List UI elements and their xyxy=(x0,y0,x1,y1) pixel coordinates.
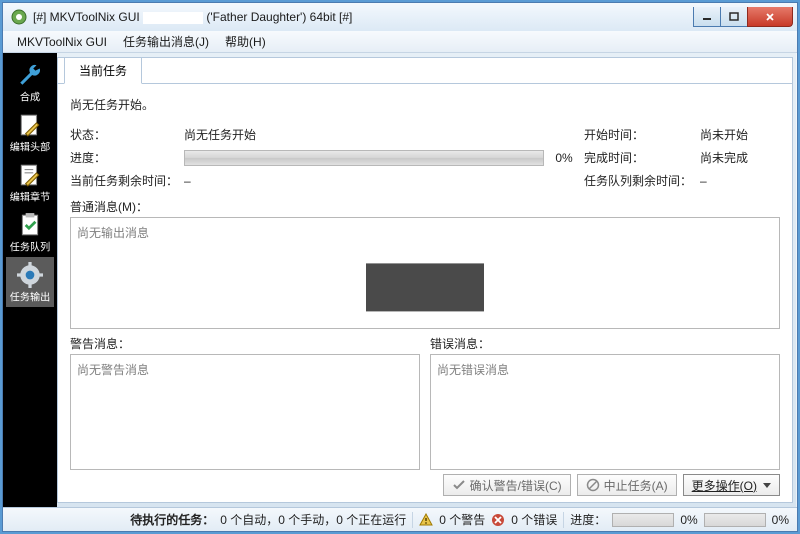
menu-job-output[interactable]: 任务输出消息(J) xyxy=(115,31,217,52)
progress-percent: 0% xyxy=(550,151,578,165)
pencil-doc-icon xyxy=(16,111,44,139)
tab-current-task[interactable]: 当前任务 xyxy=(64,57,142,84)
sidebar-item-headers[interactable]: 编辑头部 xyxy=(6,107,54,157)
queue-remaining-label: 任务队列剩余时间： xyxy=(584,172,694,189)
finish-time-value: 尚未完成 xyxy=(700,149,780,166)
start-time-value: 尚未开始 xyxy=(700,126,780,143)
sidebar-item-output[interactable]: 任务输出 xyxy=(6,257,54,307)
abort-button[interactable]: 中止任务(A) xyxy=(577,474,677,496)
progress-bar xyxy=(184,150,544,166)
pending-value: 0 个自动，0 个手动，0 个正在运行 xyxy=(220,511,406,528)
pending-label: 待执行的任务： xyxy=(130,511,214,528)
titlebar[interactable]: [#] MKVToolNix GUI ('Father Daughter') 6… xyxy=(3,3,797,31)
wrench-icon xyxy=(16,61,44,89)
menu-help[interactable]: 帮助(H) xyxy=(217,31,274,52)
normal-messages-box[interactable]: 尚无输出消息 xyxy=(70,217,780,329)
error-count: 0 个错误 xyxy=(511,511,557,528)
warn-messages-label: 警告消息： xyxy=(70,335,420,352)
warning-icon xyxy=(419,513,433,527)
sidebar-item-chapters[interactable]: 编辑章节 xyxy=(6,157,54,207)
stop-icon xyxy=(586,478,600,492)
warn-messages-box[interactable]: 尚无警告消息 xyxy=(70,354,420,470)
error-messages-box[interactable]: 尚无错误消息 xyxy=(430,354,780,470)
start-time-label: 开始时间： xyxy=(584,126,694,143)
gear-icon xyxy=(16,261,44,289)
queue-remaining-value: – xyxy=(700,174,780,188)
error-messages-label: 错误消息： xyxy=(430,335,780,352)
status-progress-1 xyxy=(612,513,674,527)
window-title: [#] MKVToolNix GUI ('Father Daughter') 6… xyxy=(33,10,694,24)
remaining-value: – xyxy=(184,174,191,188)
no-task-text: 尚无任务开始。 xyxy=(70,96,780,113)
normal-messages-label: 普通消息(M)： xyxy=(70,198,780,215)
more-actions-button[interactable]: 更多操作(O) xyxy=(683,474,780,496)
menubar: MKVToolNix GUI 任务输出消息(J) 帮助(H) xyxy=(3,31,797,53)
status-label: 状态： xyxy=(70,126,178,143)
sidebar-item-merge[interactable]: 合成 xyxy=(6,57,54,107)
sidebar-item-queue[interactable]: 任务队列 xyxy=(6,207,54,257)
pencil-list-icon xyxy=(16,161,44,189)
status-progress-label: 进度： xyxy=(570,511,606,528)
tabbar: 当前任务 xyxy=(58,58,792,84)
error-icon xyxy=(491,513,505,527)
content-panel: 当前任务 尚无任务开始。 状态： 尚无任务开始 开始时间： 尚未开始 进度： 0… xyxy=(57,57,793,503)
menu-toolnix[interactable]: MKVToolNix GUI xyxy=(9,33,115,51)
status-progress-2-pct: 0% xyxy=(772,513,789,527)
remaining-label: 当前任务剩余时间： xyxy=(70,172,178,189)
status-value: 尚无任务开始 xyxy=(184,126,314,143)
status-progress-2 xyxy=(704,513,766,527)
sidebar: 合成 编辑头部 编辑章节 任务队列 任务输出 xyxy=(3,53,57,507)
minimize-button[interactable] xyxy=(693,7,721,27)
status-progress-1-pct: 0% xyxy=(680,513,697,527)
app-icon xyxy=(11,9,27,25)
clipboard-check-icon xyxy=(16,211,44,239)
warning-count: 0 个警告 xyxy=(439,511,485,528)
finish-time-label: 完成时间： xyxy=(584,149,694,166)
acknowledge-button[interactable]: 确认警告/错误(C) xyxy=(443,474,571,496)
obscured-region xyxy=(366,263,484,311)
statusbar: 待执行的任务： 0 个自动，0 个手动，0 个正在运行 0 个警告 0 个错误 … xyxy=(3,507,797,531)
maximize-button[interactable] xyxy=(720,7,748,27)
check-icon xyxy=(452,478,466,492)
progress-label: 进度： xyxy=(70,149,178,166)
close-button[interactable] xyxy=(747,7,793,27)
chevron-down-icon xyxy=(763,483,771,488)
